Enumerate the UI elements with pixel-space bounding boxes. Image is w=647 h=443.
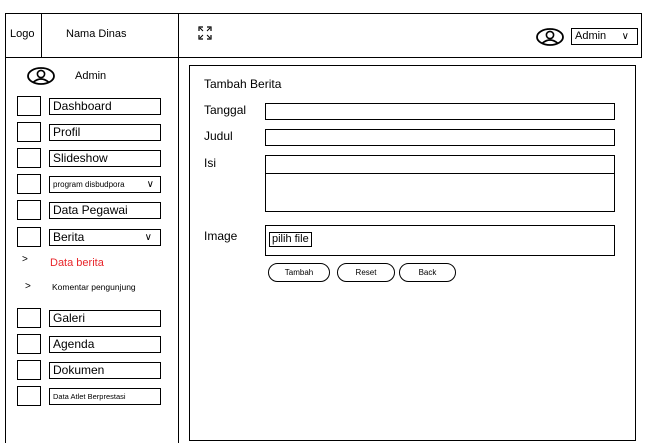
- sidebar-icon-dokumen: [17, 360, 41, 380]
- tambah-button[interactable]: Tambah: [268, 263, 330, 282]
- isi-textarea[interactable]: [265, 155, 615, 212]
- sidebar-user-name: Admin: [75, 70, 107, 82]
- sidebar-item-dashboard[interactable]: Dashboard: [49, 98, 161, 115]
- sidebar-icon-data-pegawai: [17, 200, 41, 220]
- isi-toolbar-divider: [266, 173, 614, 174]
- header-divider-1: [41, 13, 42, 58]
- tanggal-label: Tanggal: [204, 103, 247, 117]
- sidebar-icon-data-atlet: [17, 386, 41, 406]
- sidebar-icon-dashboard: [17, 96, 41, 116]
- sidebar-item-data-pegawai[interactable]: Data Pegawai: [49, 202, 161, 219]
- user-icon[interactable]: [535, 28, 565, 46]
- user-select-value: Admin: [575, 30, 607, 42]
- image-label: Image: [204, 229, 238, 243]
- image-upload-box: [265, 225, 615, 256]
- sidebar-item-dokumen[interactable]: Dokumen: [49, 362, 161, 379]
- sidebar-icon-slideshow: [17, 148, 41, 168]
- sidebar-icon-agenda: [17, 334, 41, 354]
- sidebar-icon-berita: [17, 227, 41, 247]
- header-divider-2: [178, 13, 179, 58]
- sidebar-item-program-label: program disbudpora: [53, 180, 125, 189]
- submenu-marker-icon: >: [25, 281, 31, 292]
- sidebar-subitem-data-berita[interactable]: Data berita: [50, 257, 104, 269]
- chevron-down-icon: ∨: [146, 179, 154, 190]
- chevron-down-icon: ∨: [621, 31, 629, 42]
- sidebar-icon-program: [17, 174, 41, 194]
- sidebar-item-berita-label: Berita: [53, 230, 85, 244]
- sidebar-icon-galeri: [17, 308, 41, 328]
- submenu-marker-icon: >: [22, 254, 28, 265]
- sidebar-item-profil[interactable]: Profil: [49, 124, 161, 141]
- choose-file-button[interactable]: pilih file: [269, 232, 312, 247]
- sidebar-item-galeri[interactable]: Galeri: [49, 310, 161, 327]
- sidebar-item-program-disbudpora[interactable]: program disbudpora ∨: [49, 176, 161, 193]
- logo: Logo: [10, 28, 35, 40]
- back-button[interactable]: Back: [399, 263, 456, 282]
- isi-label: Isi: [204, 156, 216, 170]
- sidebar-item-agenda[interactable]: Agenda: [49, 336, 161, 353]
- sidebar-avatar-icon: [26, 67, 56, 85]
- judul-label: Judul: [204, 129, 233, 143]
- agency-name: Nama Dinas: [66, 28, 127, 40]
- sidebar-icon-profil: [17, 122, 41, 142]
- reset-button[interactable]: Reset: [337, 263, 395, 282]
- expand-icon[interactable]: [198, 26, 212, 40]
- sidebar-item-slideshow[interactable]: Slideshow: [49, 150, 161, 167]
- chevron-down-icon: ∨: [144, 232, 152, 243]
- sidebar-item-data-atlet[interactable]: Data Atlet Berprestasi: [49, 388, 161, 405]
- sidebar-subitem-komentar[interactable]: Komentar pengunjung: [52, 282, 136, 292]
- form-title: Tambah Berita: [204, 77, 282, 91]
- sidebar-item-berita[interactable]: Berita ∨: [49, 229, 161, 246]
- user-select[interactable]: Admin ∨: [571, 28, 638, 45]
- judul-input[interactable]: [265, 129, 615, 146]
- tanggal-input[interactable]: [265, 103, 615, 120]
